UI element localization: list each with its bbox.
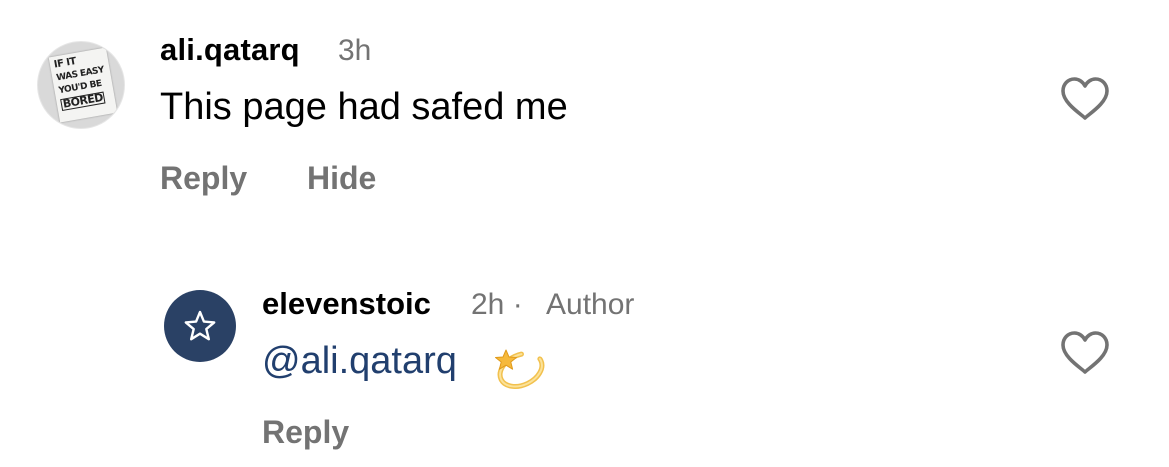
separator-dot: ·: [512, 288, 523, 321]
avatar[interactable]: [164, 290, 236, 362]
author-badge: Author: [546, 288, 635, 321]
dizzy-star-emoji-icon: [495, 349, 545, 389]
timestamp-value: 2h: [471, 288, 505, 321]
reply-button[interactable]: Reply: [160, 160, 247, 197]
comment-timestamp: 2h ·: [471, 288, 523, 322]
comment-username[interactable]: elevenstoic: [262, 286, 431, 322]
star-outline-icon: [184, 310, 216, 341]
reply-button[interactable]: Reply: [262, 414, 349, 451]
comment-timestamp: 3h: [338, 34, 372, 67]
heart-icon[interactable]: [1059, 330, 1111, 376]
avatar[interactable]: IF IT WAS EASY YOU'D BE BORED: [37, 41, 125, 129]
heart-icon[interactable]: [1059, 76, 1111, 122]
comment-text: This page had safed me: [160, 86, 568, 128]
mention-link[interactable]: @ali.qatarq: [262, 340, 457, 383]
avatar-sign-image: IF IT WAS EASY YOU'D BE BORED: [48, 47, 118, 123]
comment-username[interactable]: ali.qatarq: [160, 32, 300, 68]
hide-button[interactable]: Hide: [307, 160, 376, 197]
